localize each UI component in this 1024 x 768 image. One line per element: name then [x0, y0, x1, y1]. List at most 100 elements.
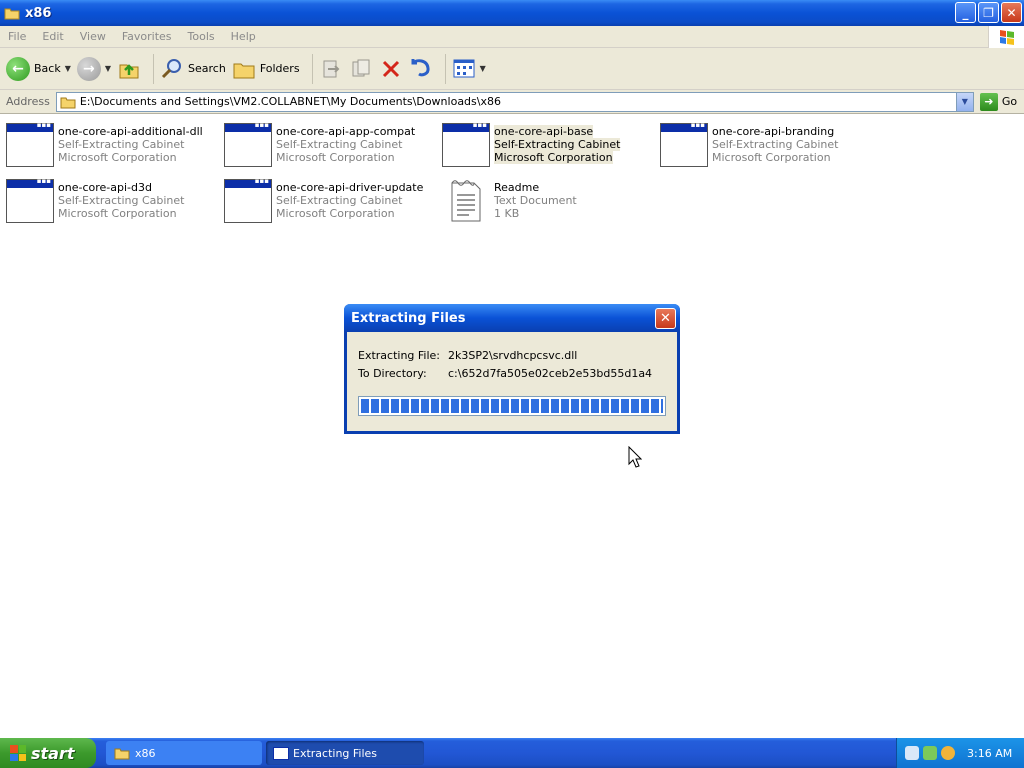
file-type: Self-Extracting Cabinet — [494, 138, 621, 151]
up-folder-button[interactable] — [117, 57, 141, 81]
to-directory-label: To Directory: — [358, 367, 427, 380]
extracting-files-dialog[interactable]: Extracting Files ✕ Extracting File: 2k3S… — [344, 304, 680, 434]
extracting-file-label: Extracting File: — [358, 349, 441, 362]
undo-button[interactable] — [409, 57, 433, 81]
file-item[interactable]: one-core-api-d3d Self-Extracting Cabinet… — [0, 175, 216, 227]
window-icon — [273, 746, 289, 760]
to-directory-row: To Directory: c:\652d7fa505e02ceb2e53bd5… — [358, 367, 652, 380]
security-icon[interactable] — [923, 746, 937, 760]
cabinet-icon — [442, 121, 490, 167]
delete-x-icon — [382, 60, 399, 77]
file-type: Text Document — [494, 194, 577, 207]
menu-help[interactable]: Help — [223, 30, 264, 43]
windows-logo-icon — [988, 26, 1024, 48]
file-item[interactable]: one-core-api-additional-dll Self-Extract… — [0, 119, 216, 171]
file-company: Microsoft Corporation — [58, 207, 177, 220]
file-size: 1 KB — [494, 207, 520, 220]
address-bar: Address E:\Documents and Settings\VM2.CO… — [0, 90, 1024, 114]
file-company: Microsoft Corporation — [276, 207, 395, 220]
taskbar-item-x86[interactable]: x86 — [106, 741, 262, 765]
cabinet-icon — [6, 177, 54, 223]
cabinet-icon — [660, 121, 708, 167]
chevron-down-icon[interactable]: ▼ — [480, 64, 486, 73]
copy-to-icon — [352, 59, 370, 76]
taskbar-item-extracting-files[interactable]: Extracting Files — [266, 741, 424, 765]
cabinet-icon — [224, 177, 272, 223]
dialog-titlebar[interactable]: Extracting Files ✕ — [344, 304, 680, 332]
to-directory-value: c:\652d7fa505e02ceb2e53bd55d1a4 — [448, 367, 653, 380]
move-to-icon — [323, 60, 339, 77]
address-label: Address — [6, 95, 50, 108]
file-name: one-core-api-app-compat — [276, 125, 416, 138]
taskbar: start x86 Extracting Files 3:16 AM — [0, 738, 1024, 768]
extracting-file-value: 2k3SP2\srvdhcpcsvc.dll — [448, 349, 578, 362]
back-arrow-icon: ← — [6, 56, 30, 81]
menu-favorites[interactable]: Favorites — [114, 30, 180, 43]
cabinet-icon — [224, 121, 272, 167]
window-title: x86 — [25, 5, 52, 21]
address-dropdown-button[interactable]: ▼ — [955, 92, 973, 111]
file-item[interactable]: one-core-api-branding Self-Extracting Ca… — [654, 119, 870, 171]
toolbar-separator — [444, 53, 446, 84]
clock: 3:16 AM — [967, 746, 1013, 760]
file-name: one-core-api-branding — [712, 125, 835, 138]
toolbar-separator — [311, 53, 313, 84]
delete-button[interactable] — [379, 57, 403, 81]
text-document-icon — [442, 179, 490, 223]
file-type: Self-Extracting Cabinet — [276, 194, 403, 207]
views-button[interactable]: ▼ — [452, 57, 486, 81]
menu-bar: File Edit View Favorites Tools Help — [0, 26, 1024, 48]
dialog-close-button[interactable]: ✕ — [655, 308, 676, 329]
file-name: one-core-api-additional-dll — [58, 125, 203, 138]
windows-flag-icon — [10, 745, 26, 761]
forward-arrow-icon: → — [76, 56, 101, 81]
file-company: Microsoft Corporation — [58, 151, 177, 164]
file-type: Self-Extracting Cabinet — [58, 194, 185, 207]
chevron-down-icon[interactable]: ▼ — [65, 64, 71, 73]
back-label: Back — [34, 62, 61, 75]
task-label: x86 — [135, 746, 156, 760]
file-item-selected[interactable]: one-core-api-base Self-Extracting Cabine… — [436, 119, 652, 171]
file-name: Readme — [494, 181, 540, 194]
move-to-button[interactable] — [319, 57, 343, 81]
go-button[interactable]: ➜ Go — [979, 92, 1018, 111]
undo-icon — [411, 58, 430, 76]
back-button[interactable]: ← Back ▼ — [6, 56, 71, 81]
start-label: start — [31, 743, 75, 763]
file-company: Microsoft Corporation — [494, 151, 613, 164]
file-name: one-core-api-d3d — [58, 181, 152, 194]
restore-button[interactable]: ❐ — [978, 2, 999, 23]
search-icon — [161, 58, 182, 78]
go-label: Go — [1001, 95, 1018, 108]
menu-view[interactable]: View — [72, 30, 114, 43]
file-item[interactable]: one-core-api-driver-update Self-Extracti… — [218, 175, 434, 227]
extraction-progress-bar — [358, 396, 666, 416]
start-button[interactable]: start — [0, 738, 96, 768]
cabinet-icon — [6, 121, 54, 167]
search-label: Search — [188, 62, 226, 75]
views-icon — [453, 59, 475, 77]
search-button[interactable]: Search — [160, 57, 226, 81]
dialog-title: Extracting Files — [351, 310, 466, 326]
folders-button[interactable]: Folders — [232, 57, 300, 81]
file-type: Self-Extracting Cabinet — [58, 138, 185, 151]
forward-button[interactable]: → ▼ — [76, 56, 111, 81]
folders-icon — [233, 63, 255, 78]
file-item[interactable]: Readme Text Document 1 KB — [436, 175, 652, 227]
address-input[interactable]: E:\Documents and Settings\VM2.COLLABNET\… — [55, 91, 974, 112]
copy-to-button[interactable] — [349, 57, 373, 81]
close-button[interactable]: ✕ — [1001, 2, 1022, 23]
menu-file[interactable]: File — [0, 30, 34, 43]
task-label: Extracting Files — [293, 746, 378, 760]
search-icon[interactable] — [941, 746, 955, 760]
network-icon[interactable] — [905, 746, 919, 760]
minimize-button[interactable]: _ — [955, 2, 976, 23]
standard-toolbar: ← Back ▼ → ▼ Search Folders ▼ — [0, 48, 1024, 90]
chevron-down-icon[interactable]: ▼ — [105, 64, 111, 73]
file-company: Microsoft Corporation — [276, 151, 395, 164]
menu-edit[interactable]: Edit — [34, 30, 71, 43]
file-company: Microsoft Corporation — [712, 151, 831, 164]
window-titlebar[interactable]: x86 _ ❐ ✕ — [0, 0, 1024, 26]
file-item[interactable]: one-core-api-app-compat Self-Extracting … — [218, 119, 434, 171]
menu-tools[interactable]: Tools — [180, 30, 223, 43]
